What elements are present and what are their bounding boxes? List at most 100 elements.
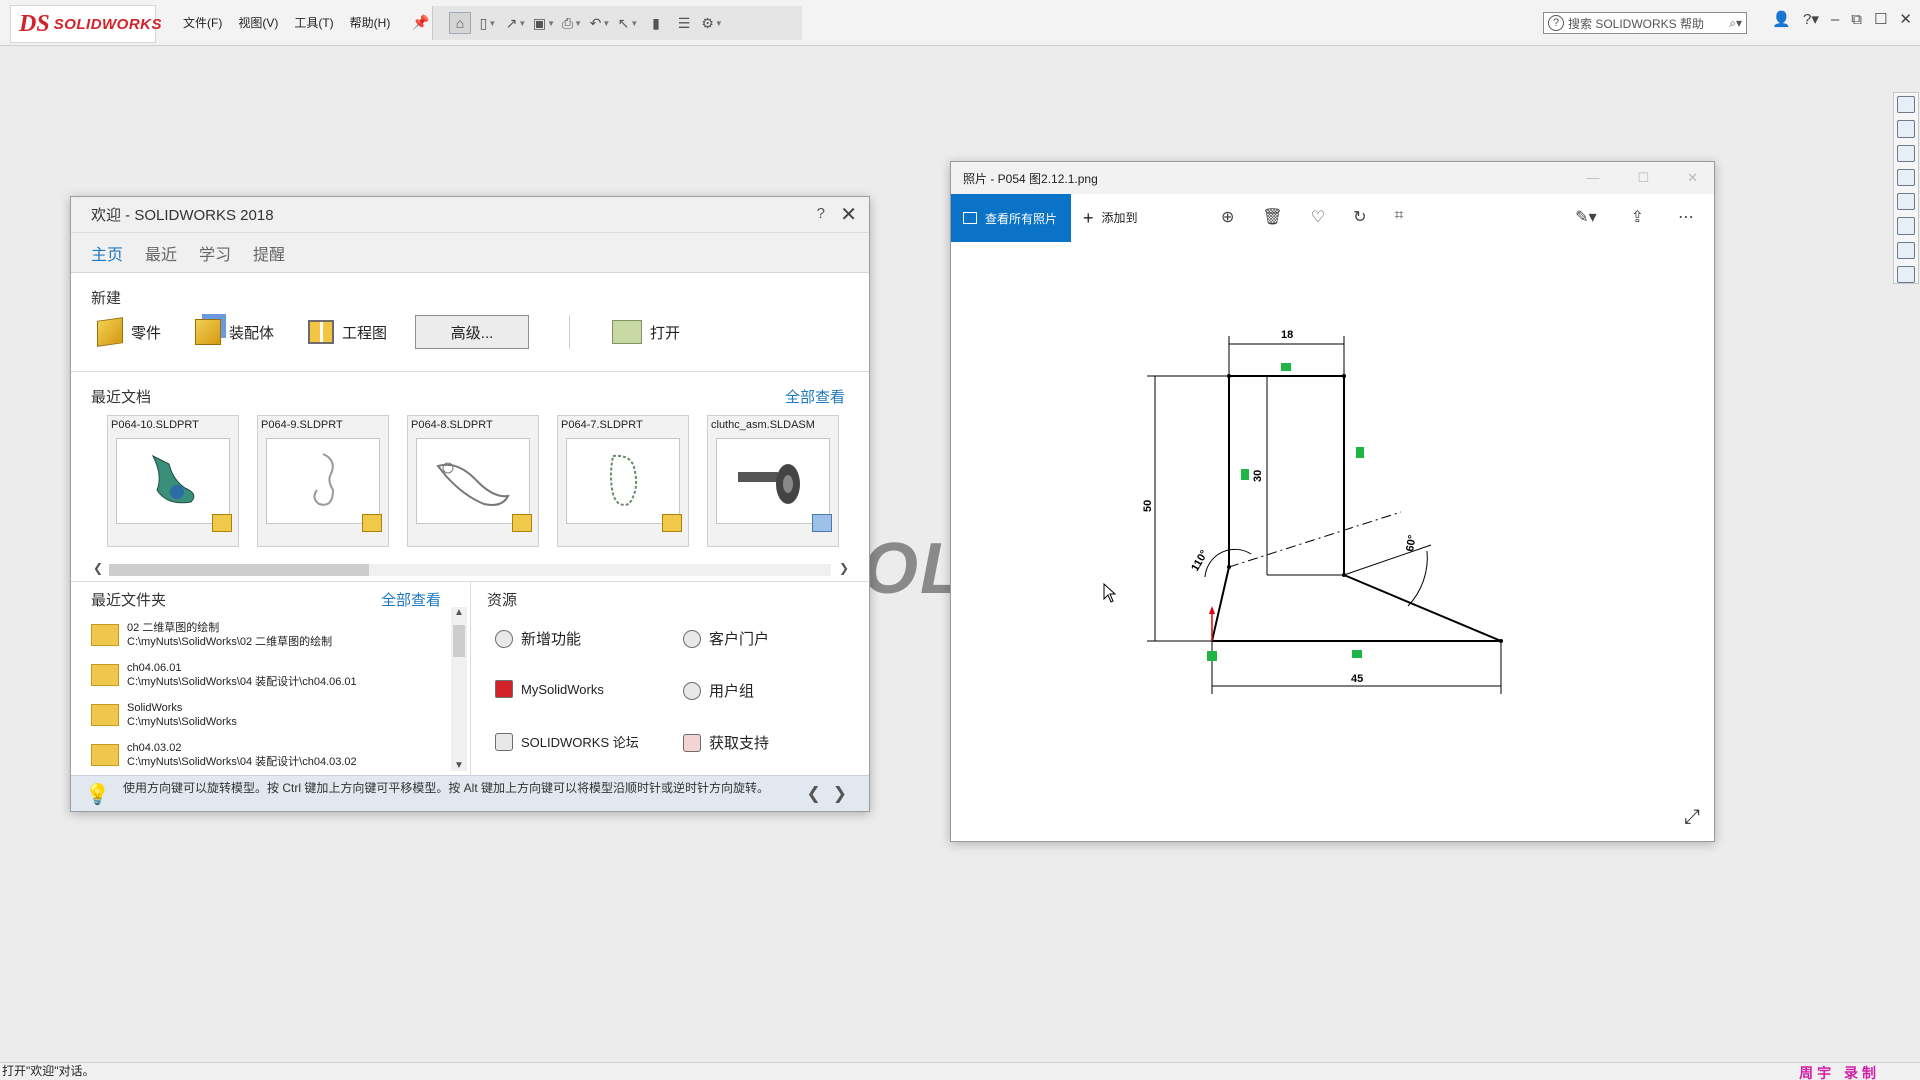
- solidworks-resources-tab-icon[interactable]: [1897, 96, 1915, 114]
- more-options-icon[interactable]: ⋯: [1678, 207, 1694, 227]
- recent-folder-item[interactable]: 02 二维草图的绘制 C:\myNuts\SolidWorks\02 二维草图的绘…: [91, 615, 451, 655]
- recording-author-label: 周宇 录制: [1799, 1066, 1880, 1080]
- menu-tools[interactable]: 工具(T): [294, 14, 333, 31]
- home-icon[interactable]: ⌂: [449, 12, 471, 34]
- dialog-close-icon[interactable]: ✕: [840, 202, 857, 227]
- user-groups-link[interactable]: 用户组: [683, 680, 754, 701]
- recent-documents-scrollbar[interactable]: ❮ ❯: [91, 561, 851, 577]
- help-search-box[interactable]: ? 搜索 SOLIDWORKS 帮助 ⌕▾: [1543, 12, 1747, 34]
- previous-tip-icon[interactable]: ❮: [807, 784, 833, 803]
- options-gear-icon[interactable]: ⚙ ▼: [701, 12, 723, 34]
- recent-folders-view-all-link[interactable]: 全部查看: [381, 589, 441, 610]
- scroll-left-icon[interactable]: ❮: [93, 561, 103, 575]
- mysolidworks-link[interactable]: MySolidWorks: [495, 680, 604, 698]
- open-file-icon[interactable]: ↗ ▼: [505, 12, 527, 34]
- maximize-icon[interactable]: ☐: [1874, 10, 1887, 28]
- new-heading: 新建: [91, 290, 122, 307]
- sketch-line: [1343, 574, 1502, 642]
- new-part-button[interactable]: 零件: [97, 317, 161, 347]
- file-properties-icon[interactable]: ☰: [673, 12, 695, 34]
- tip-bar: 💡 使用方向键可以旋转模型。按 Ctrl 键加上方向键可平移模型。按 Alt 键…: [71, 775, 869, 811]
- print-icon[interactable]: ⎙ ▼: [561, 12, 583, 34]
- advanced-button[interactable]: 高级...: [415, 315, 530, 349]
- search-icon[interactable]: ⌕▾: [1729, 16, 1742, 31]
- restore-down-icon[interactable]: ⧉: [1851, 11, 1862, 28]
- tip-navigation: ❮❯: [807, 784, 860, 804]
- status-text: 打开"欢迎"对话。: [2, 1064, 95, 1078]
- chat-tab-icon[interactable]: [1897, 265, 1915, 283]
- design-library-tab-icon[interactable]: [1897, 120, 1915, 138]
- recent-documents-view-all-link[interactable]: 全部查看: [785, 386, 845, 407]
- window-controls: 👤 ?▾ – ⧉ ☐ ✕: [1772, 10, 1912, 29]
- menu-help[interactable]: 帮助(H): [350, 14, 391, 31]
- customer-portal-link[interactable]: 客户门户: [683, 628, 769, 649]
- select-icon[interactable]: ↖ ▼: [617, 12, 639, 34]
- scroll-right-icon[interactable]: ❯: [839, 561, 849, 575]
- recent-document-card[interactable]: P064-10.SLDPRT: [107, 415, 239, 547]
- minimize-icon[interactable]: —: [1586, 170, 1599, 186]
- sketch-point: [1342, 573, 1346, 577]
- maximize-icon[interactable]: ☐: [1637, 170, 1649, 186]
- dimension-line: [1343, 544, 1432, 576]
- get-support-link[interactable]: 获取支持: [683, 732, 769, 753]
- view-all-photos-button[interactable]: 查看所有照片: [951, 194, 1071, 242]
- close-icon[interactable]: ✕: [1899, 10, 1912, 28]
- folder-name: ch04.03.02: [127, 742, 182, 754]
- scroll-thumb[interactable]: [109, 564, 369, 576]
- plus-icon: +: [1083, 207, 1094, 228]
- minimize-icon[interactable]: –: [1831, 11, 1839, 28]
- part-file-icon: [212, 514, 232, 532]
- crop-icon[interactable]: ⌗: [1394, 207, 1403, 227]
- folder-icon: [91, 704, 119, 726]
- whats-new-link[interactable]: 新增功能: [495, 628, 581, 649]
- rebuild-icon[interactable]: ▮: [645, 12, 667, 34]
- recent-folder-item[interactable]: ch04.03.02 C:\myNuts\SolidWorks\04 装配设计\c…: [91, 735, 451, 775]
- view-palette-tab-icon[interactable]: [1897, 168, 1915, 186]
- user-icon[interactable]: 👤: [1772, 10, 1791, 28]
- open-button[interactable]: 打开: [612, 320, 680, 344]
- recent-document-card[interactable]: cluthc_asm.SLDASM: [707, 415, 839, 547]
- new-drawing-button[interactable]: 工程图: [308, 320, 387, 344]
- open-folder-icon: [612, 320, 643, 344]
- menu-file[interactable]: 文件(F): [183, 14, 222, 31]
- tab-learn[interactable]: 学习: [199, 241, 231, 265]
- favorite-heart-icon[interactable]: ♡: [1311, 207, 1325, 227]
- assembly-file-icon: [812, 514, 832, 532]
- file-explorer-tab-icon[interactable]: [1897, 144, 1915, 162]
- dialog-help-icon[interactable]: ?: [817, 205, 825, 222]
- share-icon[interactable]: ⇪: [1631, 207, 1644, 227]
- help-menu-icon[interactable]: ?▾: [1803, 10, 1819, 28]
- scroll-thumb[interactable]: [453, 625, 465, 657]
- pin-icon[interactable]: 📌: [412, 14, 429, 31]
- undo-icon[interactable]: ↶ ▼: [589, 12, 611, 34]
- recent-document-card[interactable]: P064-9.SLDPRT: [257, 415, 389, 547]
- close-icon[interactable]: ✕: [1687, 170, 1698, 186]
- forum-link[interactable]: SOLIDWORKS 论坛: [495, 732, 639, 751]
- rotate-icon[interactable]: ↻: [1353, 207, 1366, 227]
- recent-document-card[interactable]: P064-7.SLDPRT: [557, 415, 689, 547]
- save-icon[interactable]: ▣ ▼: [533, 12, 555, 34]
- scroll-up-icon[interactable]: ▲: [454, 607, 464, 618]
- tab-home[interactable]: 主页: [91, 241, 123, 265]
- solidworks-logo[interactable]: DS SOLIDWORKS: [10, 5, 162, 43]
- recent-folders-scrollbar[interactable]: ▲ ▼: [451, 607, 467, 771]
- edit-create-icon[interactable]: ✎▾: [1575, 207, 1596, 227]
- recent-folder-item[interactable]: SolidWorks C:\myNuts\SolidWorks: [91, 695, 451, 735]
- recent-document-card[interactable]: P064-8.SLDPRT: [407, 415, 539, 547]
- custom-properties-tab-icon[interactable]: [1897, 217, 1915, 235]
- fullscreen-expand-icon[interactable]: ⤢: [1684, 806, 1700, 829]
- add-to-button[interactable]: + 添加到: [1083, 207, 1138, 228]
- scroll-down-icon[interactable]: ▼: [454, 760, 464, 771]
- appearances-tab-icon[interactable]: [1897, 193, 1915, 211]
- next-tip-icon[interactable]: ❯: [833, 784, 859, 803]
- delete-icon[interactable]: 🗑: [1262, 207, 1282, 227]
- recent-folder-item[interactable]: ch04.06.01 C:\myNuts\SolidWorks\04 装配设计\c…: [91, 655, 451, 695]
- tip-text: 使用方向键可以旋转模型。按 Ctrl 键加上方向键可平移模型。按 Alt 键加上…: [123, 781, 770, 795]
- menu-view[interactable]: 视图(V): [238, 14, 278, 31]
- solidworks-forum-tab-icon[interactable]: [1897, 241, 1915, 259]
- tab-recent[interactable]: 最近: [145, 241, 177, 265]
- zoom-icon[interactable]: ⊕: [1221, 207, 1234, 227]
- new-assembly-button[interactable]: 装配体: [195, 319, 274, 345]
- tab-alerts[interactable]: 提醒: [253, 241, 285, 265]
- new-document-icon[interactable]: ▯ ▼: [477, 12, 499, 34]
